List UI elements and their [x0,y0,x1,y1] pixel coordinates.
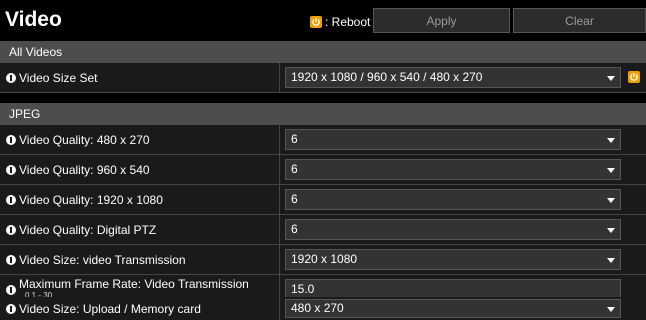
row-label: Video Quality: 1920 x 1080 [19,192,163,207]
quality-480-select[interactable]: 6 [285,129,621,150]
quality-1920-select[interactable]: 6 [285,189,621,210]
select-value: 6 [291,162,298,176]
row-label: Video Size: Upload / Memory card [19,301,201,316]
row-quality-960: Video Quality: 960 x 540 6 [0,155,646,185]
row-quality-1920: Video Quality: 1920 x 1080 6 [0,185,646,215]
select-value: 6 [291,222,298,236]
chevron-down-icon [607,76,615,81]
info-icon[interactable] [6,254,16,265]
chevron-down-icon [607,307,615,312]
row-size-transmission: Video Size: video Transmission 1920 x 10… [0,245,646,275]
reboot-icon [628,71,640,83]
row-quality-480: Video Quality: 480 x 270 6 [0,125,646,155]
select-value: 6 [291,132,298,146]
row-quality-digital-ptz: Video Quality: Digital PTZ 6 [0,215,646,245]
row-size-upload: Video Size: Upload / Memory card 480 x 2… [0,297,646,320]
row-label: Video Quality: 480 x 270 [19,132,150,147]
select-value: 1920 x 1080 [291,252,358,266]
row-label: Video Size Set [19,70,98,85]
clear-button[interactable]: Clear [513,8,646,33]
info-icon[interactable] [6,303,16,314]
row-label: Maximum Frame Rate: Video Transmission [19,276,249,291]
quality-960-select[interactable]: 6 [285,159,621,180]
row-label: Video Quality: Digital PTZ [19,222,157,237]
chevron-down-icon [607,228,615,233]
row-video-size-set: Video Size Set 1920 x 1080 / 960 x 540 /… [0,63,646,93]
section-jpeg: JPEG [0,103,646,125]
row-label: Video Size: video Transmission [19,252,186,267]
info-icon[interactable] [6,134,16,145]
info-icon[interactable] [6,164,16,175]
select-value: 6 [291,192,298,206]
info-icon[interactable] [6,284,16,295]
reboot-icon [310,16,322,28]
video-size-set-select[interactable]: 1920 x 1080 / 960 x 540 / 480 x 270 [285,67,621,88]
chevron-down-icon [607,168,615,173]
info-icon[interactable] [6,194,16,205]
section-all-videos: All Videos [0,41,646,63]
row-label: Video Quality: 960 x 540 [19,162,150,177]
reboot-label: : Reboot [325,15,371,29]
info-icon[interactable] [6,224,16,235]
chevron-down-icon [607,198,615,203]
select-value: 1920 x 1080 / 960 x 540 / 480 x 270 [291,70,483,84]
page-title: Video [5,8,62,31]
reboot-legend: : Reboot [310,15,370,29]
page-header: Video : Reboot Apply Clear [0,0,646,41]
chevron-down-icon [607,138,615,143]
size-upload-select[interactable]: 480 x 270 [285,299,621,318]
select-value: 480 x 270 [291,301,344,315]
chevron-down-icon [607,258,615,263]
quality-digital-ptz-select[interactable]: 6 [285,219,621,240]
apply-button[interactable]: Apply [373,8,510,33]
info-icon[interactable] [6,72,16,83]
size-transmission-select[interactable]: 1920 x 1080 [285,249,621,270]
